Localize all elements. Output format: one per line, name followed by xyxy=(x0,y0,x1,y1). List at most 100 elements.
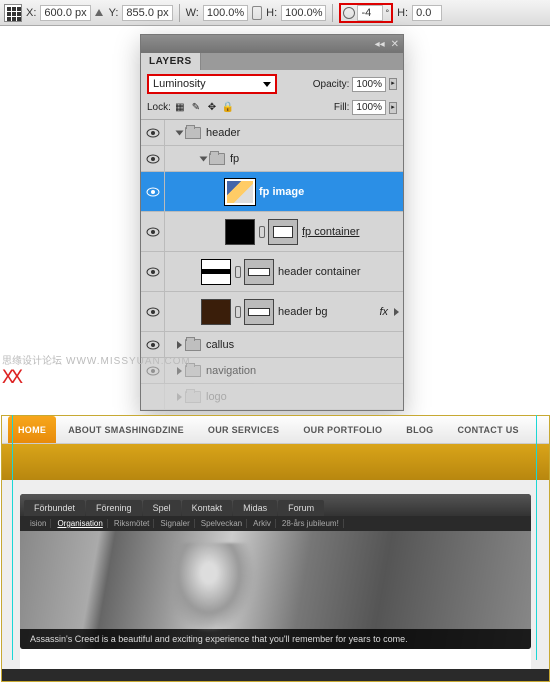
visibility-toggle[interactable] xyxy=(141,172,165,211)
angle-icon xyxy=(343,7,355,19)
lock-image-icon[interactable]: ✎ xyxy=(190,102,202,114)
opacity-label: Opacity: xyxy=(313,79,350,90)
link-wh-icon[interactable] xyxy=(252,6,262,20)
layer-name[interactable]: header xyxy=(206,127,240,139)
angle-input[interactable]: -4 xyxy=(357,5,383,21)
layer-name[interactable]: fp container xyxy=(302,226,359,238)
disclosure-icon[interactable] xyxy=(177,393,182,401)
degree-symbol: ° xyxy=(385,8,389,18)
layer-name[interactable]: header bg xyxy=(278,306,328,318)
subnav-item[interactable]: ision xyxy=(26,519,51,528)
lock-position-icon[interactable]: ✥ xyxy=(206,102,218,114)
visibility-toggle[interactable] xyxy=(141,212,165,251)
watermark: 思缘设计论坛 WWW.MISSYUAN.COM XX xyxy=(2,352,191,390)
hero-image: Assassin's Creed is a beautiful and exci… xyxy=(20,531,531,649)
layer-row-header-container[interactable]: header container xyxy=(141,252,403,292)
nav-contact[interactable]: CONTACT US xyxy=(445,425,530,435)
layer-thumbnail[interactable] xyxy=(225,179,255,205)
layer-row-header[interactable]: header xyxy=(141,120,403,146)
hero-tab[interactable]: Spel xyxy=(143,500,181,516)
visibility-toggle[interactable] xyxy=(141,252,165,291)
w-label: W: xyxy=(186,7,199,19)
lock-all-icon[interactable]: 🔒 xyxy=(222,102,234,114)
layer-name[interactable]: fp image xyxy=(259,186,304,198)
vector-mask-thumbnail[interactable] xyxy=(244,259,274,285)
watermark-url: WWW.MISSYUAN.COM xyxy=(66,356,191,367)
visibility-toggle[interactable] xyxy=(141,292,165,331)
lock-label: Lock: xyxy=(147,102,171,113)
transform-options-bar: X: 600.0 px Y: 855.0 px W: 100.0% H: 100… xyxy=(0,0,550,26)
nav-services[interactable]: OUR SERVICES xyxy=(196,425,291,435)
layer-name[interactable]: navigation xyxy=(206,365,256,377)
hero-tab[interactable]: Kontakt xyxy=(182,500,233,516)
subnav-item[interactable]: Spelveckan xyxy=(197,519,247,528)
panel-titlebar[interactable]: ◂◂ ✕ xyxy=(141,35,403,53)
delta-icon[interactable] xyxy=(95,9,103,16)
h-skew-label: H: xyxy=(397,7,408,19)
h-skew-input[interactable]: 0.0 xyxy=(412,5,442,21)
layer-row-fp[interactable]: fp xyxy=(141,146,403,172)
disclosure-icon[interactable] xyxy=(177,341,182,349)
vector-mask-thumbnail[interactable] xyxy=(244,299,274,325)
guide-vertical xyxy=(12,415,13,660)
subnav-item[interactable]: Riksmötet xyxy=(110,519,155,528)
layer-thumbnail[interactable] xyxy=(201,299,231,325)
hero-tab[interactable]: Förening xyxy=(86,500,142,516)
disclosure-icon[interactable] xyxy=(200,156,208,161)
disclosure-icon[interactable] xyxy=(176,130,184,135)
opacity-flyout-icon[interactable]: ▸ xyxy=(389,78,397,90)
fill-flyout-icon[interactable]: ▸ xyxy=(389,102,397,114)
x-label: X: xyxy=(26,7,36,19)
hero-tab[interactable]: Midas xyxy=(233,500,277,516)
layer-row-header-bg[interactable]: header bg fx xyxy=(141,292,403,332)
layer-name[interactable]: header container xyxy=(278,266,361,278)
layer-name[interactable]: logo xyxy=(206,391,227,403)
opacity-input[interactable]: 100% xyxy=(352,77,386,92)
y-label: Y: xyxy=(109,7,119,19)
nav-blog[interactable]: BLOG xyxy=(394,425,445,435)
subnav-item[interactable]: Organisation xyxy=(53,519,107,528)
nav-about[interactable]: ABOUT SMASHINGDZINE xyxy=(56,425,196,435)
layer-row-fp-image[interactable]: fp image xyxy=(141,172,403,212)
w-input[interactable]: 100.0% xyxy=(203,5,248,21)
layer-name[interactable]: fp xyxy=(230,153,239,165)
hero-tab[interactable]: Förbundet xyxy=(24,500,85,516)
x-input[interactable]: 600.0 px xyxy=(40,5,90,21)
layer-row-fp-container[interactable]: fp container xyxy=(141,212,403,252)
folder-icon xyxy=(209,153,225,165)
y-input[interactable]: 855.0 px xyxy=(122,5,172,21)
nav-portfolio[interactable]: OUR PORTFOLIO xyxy=(291,425,394,435)
watermark-text: 思缘设计论坛 xyxy=(2,356,62,367)
gold-banner xyxy=(2,444,549,480)
fx-badge[interactable]: fx xyxy=(379,306,388,318)
visibility-toggle[interactable] xyxy=(141,146,165,171)
link-icon[interactable] xyxy=(235,306,241,318)
subnav-item[interactable]: Arkiv xyxy=(249,519,276,528)
visibility-toggle[interactable] xyxy=(141,120,165,145)
subnav-item[interactable]: 28-års jubileum! xyxy=(278,519,344,528)
site-nav: HOME ABOUT SMASHINGDZINE OUR SERVICES OU… xyxy=(2,416,549,444)
layer-thumbnail[interactable] xyxy=(225,219,255,245)
close-icon[interactable]: ✕ xyxy=(391,39,399,50)
link-icon[interactable] xyxy=(259,226,265,238)
h-input[interactable]: 100.0% xyxy=(281,5,326,21)
lock-transparent-icon[interactable]: ▦ xyxy=(174,102,186,114)
layer-thumbnail[interactable] xyxy=(201,259,231,285)
rotation-angle-field: -4 ° xyxy=(339,3,393,23)
collapse-icon[interactable]: ◂◂ xyxy=(375,39,385,50)
fill-input[interactable]: 100% xyxy=(352,100,386,115)
hero-tab[interactable]: Forum xyxy=(278,500,324,516)
subnav-item[interactable]: Signaler xyxy=(156,519,194,528)
blend-mode-select[interactable]: Luminosity xyxy=(147,74,277,94)
reference-point-grid[interactable] xyxy=(4,4,22,22)
guide-vertical xyxy=(536,415,537,660)
layers-tab[interactable]: LAYERS xyxy=(141,53,201,70)
folder-icon xyxy=(185,339,201,351)
link-icon[interactable] xyxy=(235,266,241,278)
fx-disclosure-icon[interactable] xyxy=(394,308,399,316)
vector-mask-thumbnail[interactable] xyxy=(268,219,298,245)
nav-home[interactable]: HOME xyxy=(8,416,56,443)
website-preview: HOME ABOUT SMASHINGDZINE OUR SERVICES OU… xyxy=(1,415,550,682)
layer-name[interactable]: callus xyxy=(206,339,234,351)
annotation-xx: XX xyxy=(2,367,191,390)
